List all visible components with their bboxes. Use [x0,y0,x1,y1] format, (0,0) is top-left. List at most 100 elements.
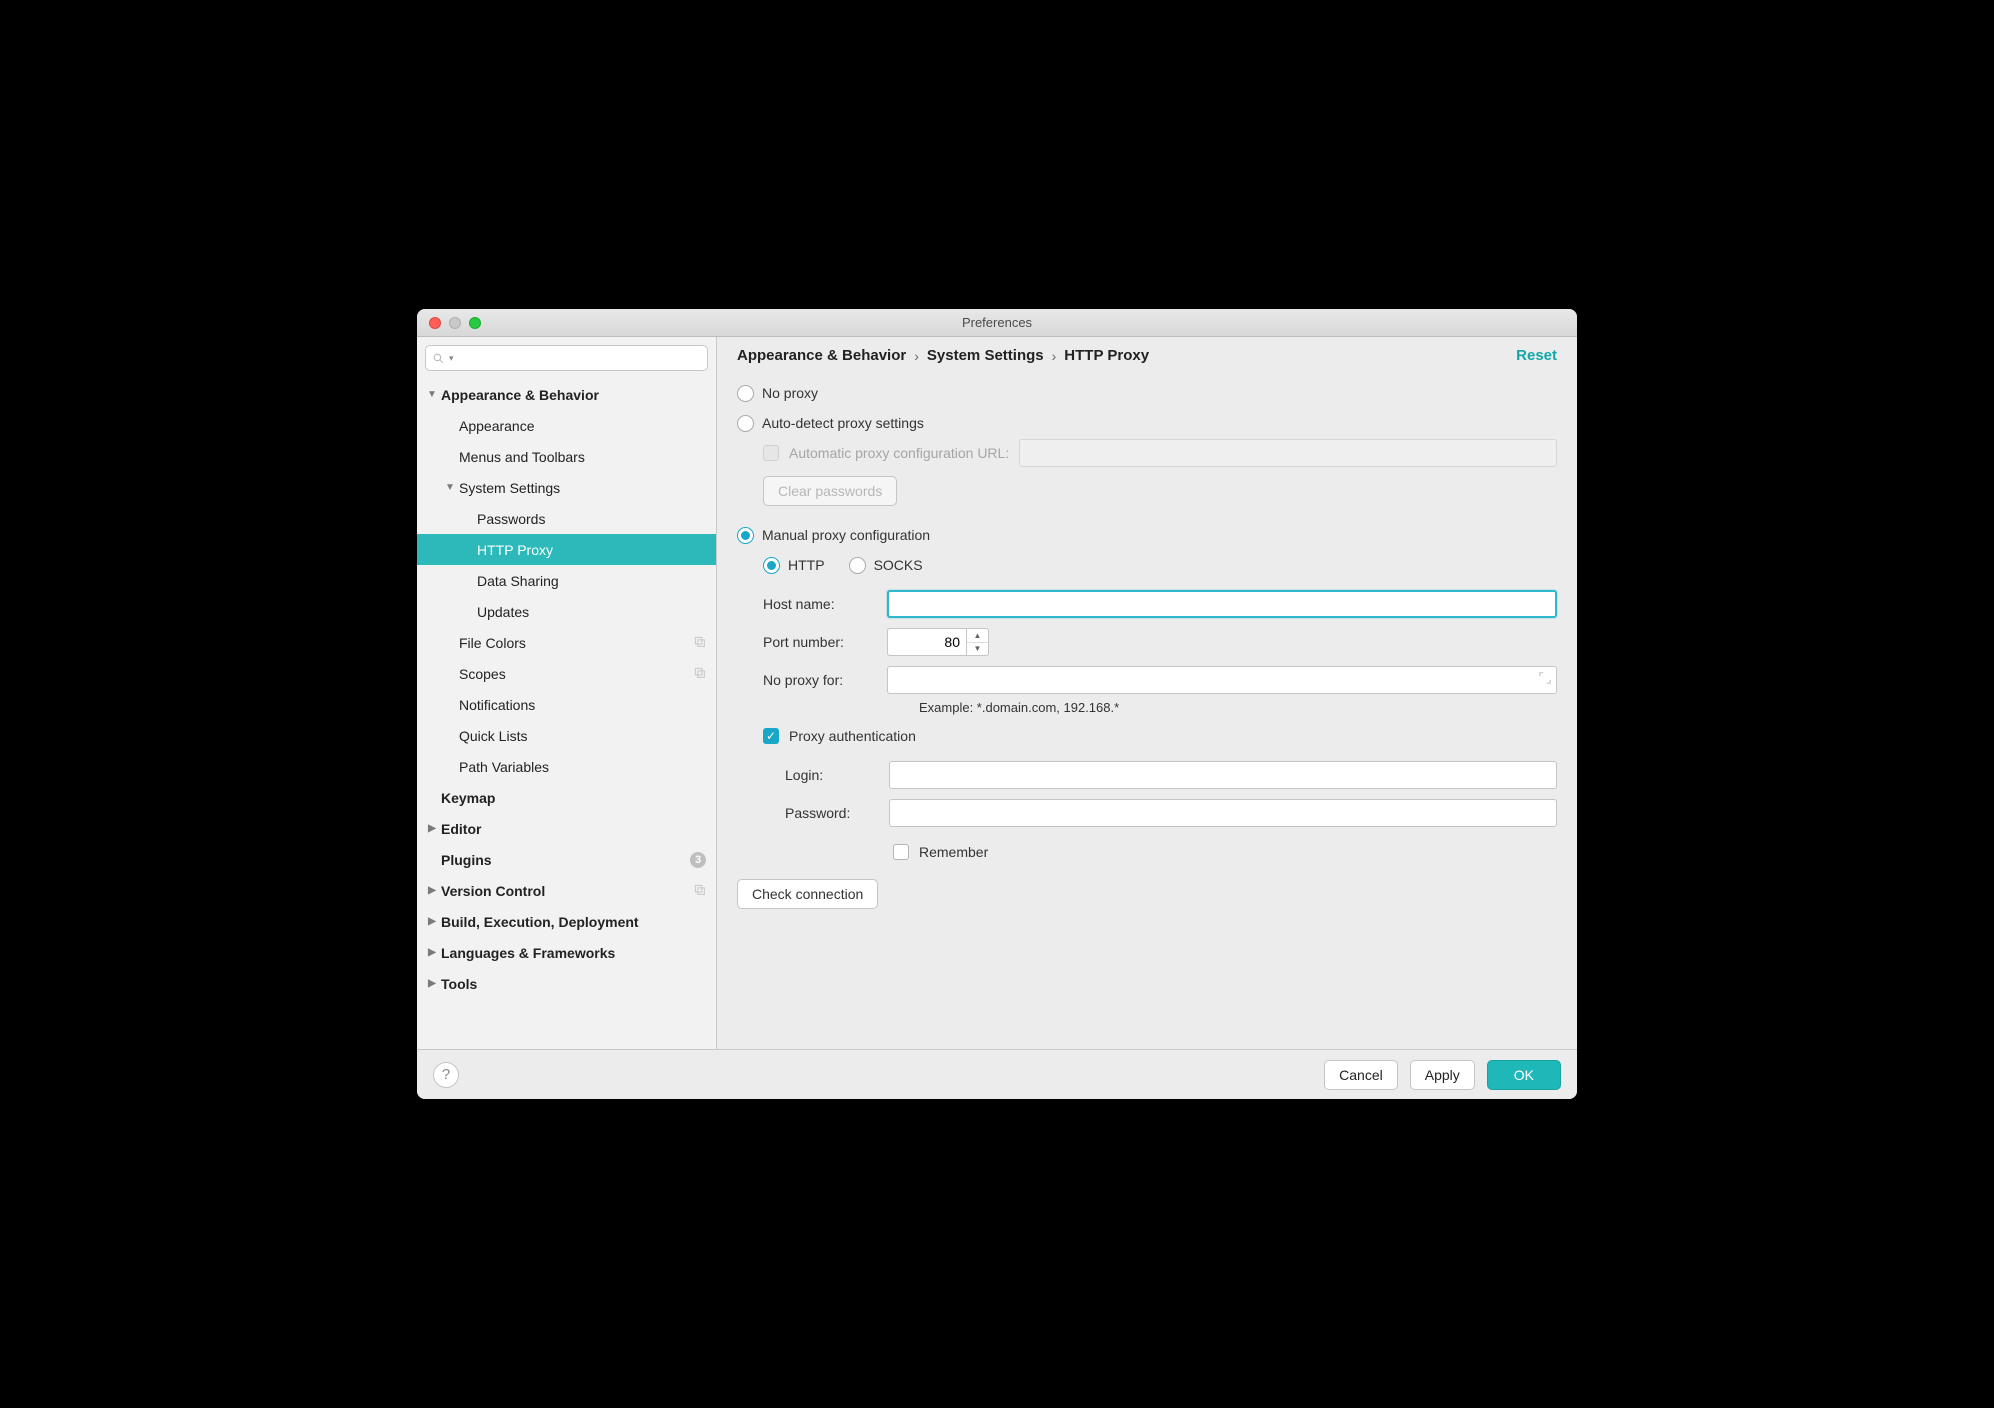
radio-icon [737,415,754,432]
sidebar-item-label: Editor [441,821,481,837]
sidebar-item-label: Build, Execution, Deployment [441,914,639,930]
window-title: Preferences [417,315,1577,330]
http-option[interactable]: HTTP [763,550,825,580]
sidebar-item-menus-and-toolbars[interactable]: Menus and Toolbars [417,441,716,472]
per-project-icon [693,883,706,899]
sidebar-item-path-variables[interactable]: Path Variables [417,751,716,782]
per-project-icon [693,666,706,682]
sidebar-item-label: Languages & Frameworks [441,945,615,961]
host-name-input[interactable] [887,590,1557,618]
disclosure-right-icon[interactable]: ▶ [425,916,439,927]
password-input[interactable] [889,799,1557,827]
sidebar-item-version-control[interactable]: ▶Version Control [417,875,716,906]
sidebar-item-quick-lists[interactable]: Quick Lists [417,720,716,751]
login-input[interactable] [889,761,1557,789]
proxy-auth-label: Proxy authentication [789,728,916,744]
sidebar-item-editor[interactable]: ▶Editor [417,813,716,844]
no-proxy-option[interactable]: No proxy [737,378,1557,408]
sidebar-item-data-sharing[interactable]: Data Sharing [417,565,716,596]
sidebar-item-plugins[interactable]: Plugins3 [417,844,716,875]
no-proxy-for-input[interactable] [887,666,1557,694]
sidebar-item-label: Scopes [459,666,506,682]
sidebar-item-label: HTTP Proxy [477,542,553,558]
sidebar-item-notifications[interactable]: Notifications [417,689,716,720]
per-project-icon [693,635,706,651]
sidebar-item-label: Appearance [459,418,535,434]
sidebar: ▾ ▼Appearance & BehaviorAppearanceMenus … [417,337,717,1049]
manual-proxy-option[interactable]: Manual proxy configuration [737,520,1557,550]
dialog-footer: ? Cancel Apply OK [417,1049,1577,1099]
apply-button[interactable]: Apply [1410,1060,1475,1090]
sidebar-item-label: System Settings [459,480,560,496]
sidebar-item-appearance[interactable]: Appearance [417,410,716,441]
search-field[interactable] [458,351,701,366]
auto-detect-label: Auto-detect proxy settings [762,415,924,431]
disclosure-down-icon[interactable]: ▼ [443,482,457,493]
ok-button[interactable]: OK [1487,1060,1561,1090]
sidebar-item-file-colors[interactable]: File Colors [417,627,716,658]
reset-link[interactable]: Reset [1516,347,1557,364]
checkbox-icon [893,844,909,860]
sidebar-item-label: Notifications [459,697,535,713]
password-label: Password: [785,805,875,821]
port-number-input[interactable] [887,628,967,656]
sidebar-item-label: Updates [477,604,529,620]
manual-proxy-label: Manual proxy configuration [762,527,930,543]
disclosure-right-icon[interactable]: ▶ [425,823,439,834]
search-dropdown-icon[interactable]: ▾ [449,353,454,364]
sidebar-item-label: Appearance & Behavior [441,387,599,403]
disclosure-right-icon[interactable]: ▶ [425,978,439,989]
clear-passwords-button: Clear passwords [763,476,897,506]
sidebar-item-label: Quick Lists [459,728,527,744]
sidebar-item-languages-frameworks[interactable]: ▶Languages & Frameworks [417,937,716,968]
login-label: Login: [785,767,875,783]
sidebar-item-scopes[interactable]: Scopes [417,658,716,689]
stepper-down-icon[interactable]: ▼ [967,643,988,656]
sidebar-item-build-execution-deployment[interactable]: ▶Build, Execution, Deployment [417,906,716,937]
search-input[interactable]: ▾ [425,345,708,371]
badge: 3 [690,852,706,868]
sidebar-item-tools[interactable]: ▶Tools [417,968,716,999]
disclosure-down-icon[interactable]: ▼ [425,389,439,400]
disclosure-right-icon[interactable]: ▶ [425,885,439,896]
expand-icon[interactable] [1538,671,1552,685]
radio-icon [737,385,754,402]
socks-option[interactable]: SOCKS [849,550,923,580]
sidebar-item-passwords[interactable]: Passwords [417,503,716,534]
sidebar-item-label: Menus and Toolbars [459,449,585,465]
titlebar: Preferences [417,309,1577,337]
crumb-appearance-behavior: Appearance & Behavior [737,347,906,364]
remember-checkbox[interactable]: Remember [737,837,1557,867]
main-panel: Appearance & Behavior › System Settings … [717,337,1577,1049]
sidebar-item-label: Path Variables [459,759,549,775]
crumb-system-settings: System Settings [927,347,1044,364]
auto-url-row: Automatic proxy configuration URL: [737,438,1557,468]
sidebar-item-updates[interactable]: Updates [417,596,716,627]
sidebar-item-label: Keymap [441,790,495,806]
radio-icon [737,527,754,544]
sidebar-item-http-proxy[interactable]: HTTP Proxy [417,534,716,565]
sidebar-item-system-settings[interactable]: ▼System Settings [417,472,716,503]
no-proxy-for-label: No proxy for: [763,672,873,688]
socks-label: SOCKS [874,557,923,573]
settings-tree: ▼Appearance & BehaviorAppearanceMenus an… [417,379,716,1049]
cancel-button[interactable]: Cancel [1324,1060,1398,1090]
port-number-label: Port number: [763,634,873,650]
sidebar-item-label: Version Control [441,883,545,899]
stepper-up-icon[interactable]: ▲ [967,629,988,643]
sidebar-item-appearance-behavior[interactable]: ▼Appearance & Behavior [417,379,716,410]
auto-url-input [1019,439,1557,467]
radio-icon [849,557,866,574]
disclosure-right-icon[interactable]: ▶ [425,947,439,958]
search-icon [432,352,445,365]
preferences-window: Preferences ▾ ▼Appearance & BehaviorAppe… [417,309,1577,1099]
help-button[interactable]: ? [433,1062,459,1088]
check-connection-button[interactable]: Check connection [737,879,878,909]
sidebar-item-label: Tools [441,976,477,992]
auto-detect-option[interactable]: Auto-detect proxy settings [737,408,1557,438]
sidebar-item-keymap[interactable]: Keymap [417,782,716,813]
proxy-auth-checkbox[interactable]: Proxy authentication [737,721,1557,751]
port-stepper[interactable]: ▲ ▼ [967,628,989,656]
host-name-label: Host name: [763,596,873,612]
breadcrumb: Appearance & Behavior › System Settings … [717,337,1577,370]
